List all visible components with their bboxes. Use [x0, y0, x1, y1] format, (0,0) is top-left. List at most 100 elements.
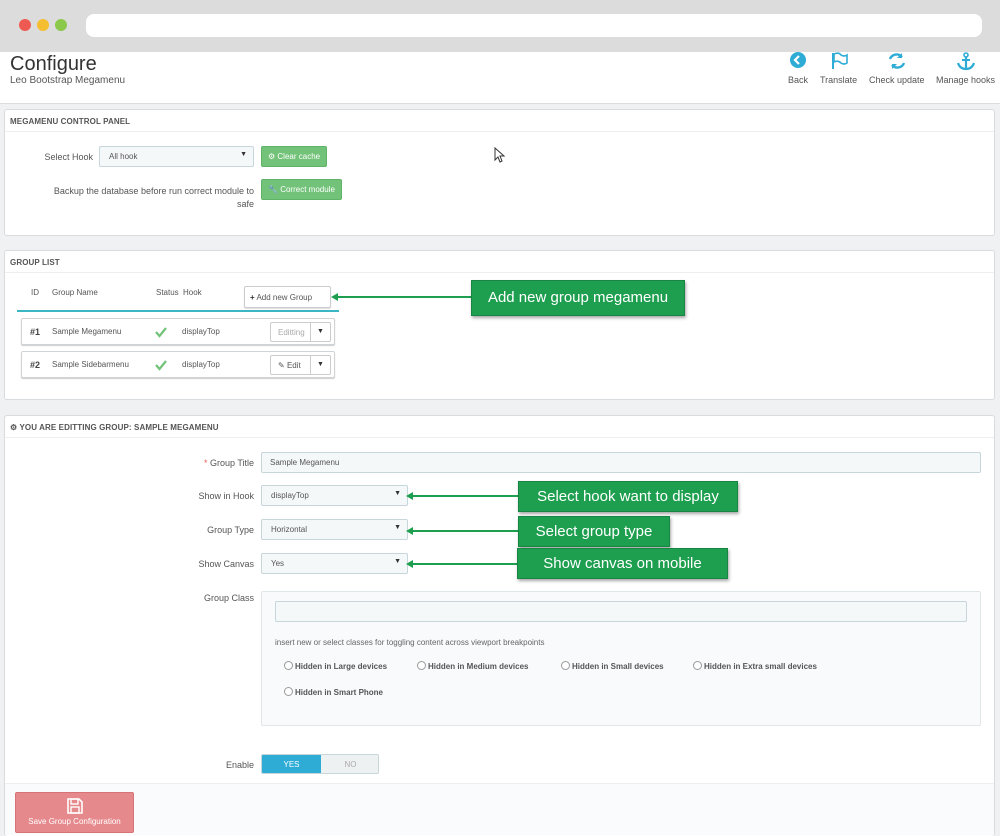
group-class-box: insert new or select classes for togglin… [261, 591, 981, 726]
caret-down-icon: ▼ [394, 490, 401, 497]
address-bar[interactable] [86, 14, 982, 37]
show-canvas-dropdown[interactable]: Yes ▼ [261, 553, 408, 574]
row-hook: displayTop [182, 360, 220, 369]
group-class-input[interactable] [275, 601, 967, 622]
back-button[interactable]: Back [788, 52, 808, 85]
enable-no[interactable]: NO [321, 755, 378, 773]
page-title: Configure [10, 53, 97, 75]
row-id: #2 [30, 360, 41, 370]
column-id: ID [31, 288, 39, 297]
editting-label: Editting [278, 328, 305, 337]
manage-hooks-button[interactable]: Manage hooks [936, 52, 995, 85]
radio-circle-icon [284, 661, 293, 670]
arrow-left-icon [406, 527, 413, 535]
edit-button[interactable]: ✎ Edit ▼ [270, 355, 331, 375]
select-hook-dropdown[interactable]: All hook ▼ [99, 146, 254, 167]
row-name: Sample Megamenu [52, 327, 122, 336]
radio-hidden-phone[interactable]: Hidden in Smart Phone [284, 687, 383, 697]
edit-label: Edit [286, 361, 301, 370]
clear-cache-button[interactable]: ⚙ Clear cache [261, 146, 328, 167]
check-icon [155, 360, 167, 371]
check-update-button[interactable]: Check update [869, 52, 925, 85]
radio-hidden-large[interactable]: Hidden in Large devices [284, 661, 387, 671]
select-hook-label: Select Hook [44, 152, 93, 162]
radio-circle-icon [417, 661, 426, 670]
correct-module-button[interactable]: 🔧 Correct module [261, 179, 342, 200]
column-group-name: Group Name [52, 288, 98, 297]
page-header: Configure Leo Bootstrap Megamenu Back Tr… [0, 52, 1000, 104]
group-list-heading: GROUP LIST [5, 251, 994, 273]
mouse-cursor-icon [494, 147, 506, 163]
back-label: Back [788, 75, 809, 85]
caret-down-icon: ▼ [394, 524, 401, 531]
group-list-panel: GROUP LIST ID Group Name Status Hook + A… [4, 250, 995, 400]
group-type-dropdown[interactable]: Horizontal ▼ [261, 519, 408, 540]
caret-down-icon[interactable]: ▼ [310, 356, 330, 374]
gears-icon: ⚙ [10, 423, 18, 432]
divider [17, 310, 339, 312]
caret-down-icon[interactable]: ▼ [310, 323, 330, 341]
radio-hidden-medium[interactable]: Hidden in Medium devices [417, 661, 528, 671]
radio-hidden-xsmall-label: Hidden in Extra small devices [704, 662, 817, 671]
check-icon [155, 327, 167, 338]
callout-show-canvas: Show canvas on mobile [517, 548, 728, 579]
check-update-label: Check update [869, 75, 925, 85]
close-window-button[interactable] [19, 19, 31, 31]
show-in-hook-value: displayTop [271, 491, 309, 500]
show-in-hook-label: Show in Hook [198, 491, 254, 501]
column-status: Status [156, 288, 179, 297]
refresh-icon [888, 53, 905, 69]
editting-button[interactable]: Editting ▼ [270, 322, 331, 342]
table-row[interactable]: #1 Sample Megamenu displayTop Editting ▼ [21, 318, 335, 345]
group-title-label: * Group Title [65, 458, 254, 468]
add-new-group-button[interactable]: + Add new Group [244, 286, 331, 308]
back-arrow-icon [790, 52, 806, 68]
radio-hidden-xsmall[interactable]: Hidden in Extra small devices [693, 661, 817, 671]
group-type-label: Group Type [207, 525, 254, 535]
enable-yes[interactable]: YES [262, 755, 321, 773]
callout-arrow [413, 563, 519, 565]
show-in-hook-dropdown[interactable]: displayTop ▼ [261, 485, 408, 506]
group-type-value: Horizontal [271, 525, 308, 534]
arrow-left-icon [331, 293, 338, 301]
show-canvas-value: Yes [271, 559, 285, 568]
maximize-window-button[interactable] [55, 19, 67, 31]
radio-circle-icon [561, 661, 570, 670]
enable-label: Enable [225, 760, 254, 770]
arrow-left-icon [406, 492, 413, 500]
caret-down-icon: ▼ [394, 558, 401, 565]
row-name: Sample Sidebarmenu [52, 360, 129, 369]
enable-toggle[interactable]: YES NO [261, 754, 379, 774]
anchor-icon [956, 52, 975, 71]
show-canvas-label: Show Canvas [198, 559, 254, 569]
radio-hidden-phone-label: Hidden in Smart Phone [295, 688, 384, 697]
callout-arrow [338, 296, 472, 298]
group-class-label: Group Class [203, 593, 254, 603]
browser-chrome [0, 0, 1000, 52]
arrow-left-icon [406, 560, 413, 568]
add-new-group-label: Add new Group [256, 293, 313, 302]
radio-circle-icon [693, 661, 702, 670]
row-hook: displayTop [182, 327, 220, 336]
panel-footer: Save Group Configuration [5, 783, 994, 835]
callout-arrow [413, 530, 519, 532]
control-panel: MEGAMENU CONTROL PANEL Select Hook All h… [4, 109, 995, 236]
callout-add-group: Add new group megamenu [471, 280, 685, 316]
translate-button[interactable]: Translate [820, 52, 857, 85]
translate-label: Translate [820, 75, 858, 85]
table-row[interactable]: #2 Sample Sidebarmenu displayTop ✎ Edit … [21, 351, 335, 378]
clear-cache-label: Clear cache [277, 152, 321, 161]
minimize-window-button[interactable] [37, 19, 49, 31]
radio-hidden-small[interactable]: Hidden in Small devices [561, 661, 664, 671]
edit-group-panel: ⚙ YOU ARE EDITTING GROUP: SAMPLE MEGAMEN… [4, 415, 995, 836]
wrench-icon: 🔧 [268, 185, 278, 194]
radio-hidden-large-label: Hidden in Large devices [295, 662, 388, 671]
plus-icon: + [250, 293, 255, 302]
radio-hidden-medium-label: Hidden in Medium devices [428, 662, 529, 671]
callout-arrow [413, 495, 519, 497]
flag-icon [831, 52, 848, 69]
column-hook: Hook [183, 288, 202, 297]
radio-circle-icon [284, 687, 293, 696]
group-title-input[interactable]: Sample Megamenu [261, 452, 981, 473]
save-group-button[interactable]: Save Group Configuration [15, 792, 134, 833]
